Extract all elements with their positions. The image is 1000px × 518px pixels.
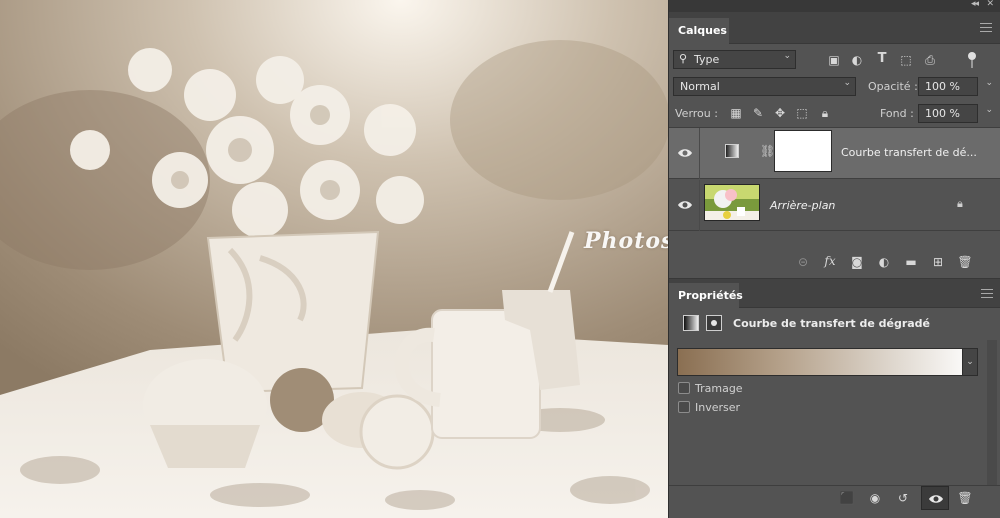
gradient-picker-dropdown[interactable]: ⌄ xyxy=(962,348,978,376)
properties-panel-menu-icon[interactable] xyxy=(981,289,993,298)
layer-mask-thumbnail[interactable] xyxy=(774,130,832,172)
chevron-down-icon[interactable]: ⌄ xyxy=(985,78,993,88)
layer-thumbnail[interactable] xyxy=(704,184,760,221)
adjustment-layer-icon[interactable]: ◐ xyxy=(876,254,892,270)
blend-mode-value: Normal xyxy=(680,80,720,93)
double-chevron-icon[interactable]: ◂◂ xyxy=(971,0,979,9)
properties-scrollbar[interactable] xyxy=(987,340,997,485)
lock-icon: 🔒︎ xyxy=(957,197,963,210)
close-icon[interactable]: ✕ xyxy=(986,0,994,9)
layers-panel-menu-icon[interactable] xyxy=(980,23,992,32)
add-mask-icon[interactable]: ◙ xyxy=(849,254,865,270)
adjustment-filter-icon[interactable]: ◐ xyxy=(849,52,865,68)
blend-mode-select[interactable]: Normal ⌄ xyxy=(673,77,856,96)
watermark: Photoshoplus xyxy=(584,228,668,254)
lock-transparent-icon[interactable]: ▦ xyxy=(728,105,744,121)
reverse-label: Inverser xyxy=(695,401,741,414)
properties-title: Courbe de transfert de dégradé xyxy=(733,317,931,330)
chevron-down-icon[interactable]: ⌄ xyxy=(985,105,993,115)
layer-row-background[interactable]: Arrière-plan 🔒︎ xyxy=(669,180,1000,231)
lock-position-icon[interactable]: ✥ xyxy=(772,105,788,121)
layer-filter-select[interactable]: ⚲ Type ⌄ xyxy=(673,50,796,69)
opacity-field[interactable]: 100 % ⌄ xyxy=(918,77,993,96)
gradient-map-icon xyxy=(683,315,699,331)
sepia-photo xyxy=(0,0,668,518)
new-layer-icon[interactable]: ⊞ xyxy=(930,254,946,270)
lock-image-icon[interactable]: ✎ xyxy=(750,105,766,121)
link-icon[interactable]: ⛓ xyxy=(760,144,775,158)
layer-filter-value: Type xyxy=(694,53,720,66)
link-layers-icon[interactable]: ⊝ xyxy=(795,254,811,270)
trash-icon[interactable]: 🗑︎ xyxy=(957,490,973,506)
lock-artboard-icon[interactable]: ⬚ xyxy=(794,105,810,121)
properties-tab-bar: Propriétés xyxy=(669,278,1000,309)
panels-dock: ◂◂ ✕ Calques ⚲ Type ⌄ ▣ ◐ T ⬚ ⎙ Normal ⌄… xyxy=(668,0,1000,518)
eye-icon[interactable] xyxy=(677,197,693,213)
layers-list: ⛓ Courbe transfert de dé... Arrière-plan… xyxy=(669,127,1000,239)
fx-icon[interactable]: fx xyxy=(822,253,838,269)
layer-name: Courbe transfert de dé... xyxy=(841,146,977,159)
layer-separator xyxy=(699,128,700,179)
fill-field[interactable]: 100 % ⌄ xyxy=(918,104,993,123)
fill-value: 100 % xyxy=(925,107,960,120)
gradient-map-adjustment-icon xyxy=(725,144,739,158)
chevron-down-icon: ⌄ xyxy=(843,78,851,88)
layers-footer: ⊝ fx ◙ ◐ ▬ ⊞ 🗑︎ xyxy=(669,252,1000,276)
search-icon: ⚲ xyxy=(679,52,688,65)
filter-toggle-stem xyxy=(971,60,973,68)
properties-footer: ⬛ ◉ ↺ 🗑︎ xyxy=(669,485,1000,518)
toggle-visibility-button[interactable] xyxy=(921,486,949,510)
image-filter-icon[interactable]: ▣ xyxy=(826,52,842,68)
tab-layers[interactable]: Calques xyxy=(669,18,729,44)
lock-icon[interactable]: 🔒︎ xyxy=(817,105,833,121)
folder-icon[interactable]: ▬ xyxy=(903,254,919,270)
mask-dot xyxy=(711,320,717,326)
mask-icon[interactable] xyxy=(706,315,722,331)
opacity-value: 100 % xyxy=(925,80,960,93)
eye-icon[interactable] xyxy=(677,145,693,161)
smart-object-filter-icon[interactable]: ⎙ xyxy=(922,52,938,68)
layer-name: Arrière-plan xyxy=(770,199,836,212)
trash-icon[interactable]: 🗑︎ xyxy=(957,254,973,270)
tab-properties[interactable]: Propriétés xyxy=(669,283,743,309)
fill-label: Fond : xyxy=(880,107,914,120)
chevron-down-icon: ⌄ xyxy=(783,51,791,61)
opacity-label: Opacité : xyxy=(868,80,918,93)
shape-filter-icon[interactable]: ⬚ xyxy=(898,52,914,68)
gradient-preview[interactable] xyxy=(677,348,977,376)
panel-top-strip: ◂◂ ✕ xyxy=(669,0,1000,12)
lock-label: Verrou : xyxy=(675,107,718,120)
document-canvas[interactable]: Photoshoplus xyxy=(0,0,668,518)
reverse-checkbox[interactable] xyxy=(678,401,690,413)
thumbnail-image xyxy=(705,185,759,220)
layer-separator xyxy=(699,180,700,231)
reset-icon[interactable]: ↺ xyxy=(895,490,911,506)
filter-toggle-icon[interactable] xyxy=(968,52,976,60)
type-filter-icon[interactable]: T xyxy=(874,51,890,67)
dither-checkbox[interactable] xyxy=(678,382,690,394)
view-previous-state-icon[interactable]: ◉ xyxy=(867,490,883,506)
layers-tab-bar: Calques xyxy=(669,12,1000,44)
eye-icon xyxy=(929,495,943,503)
layer-row-gradient-map[interactable]: ⛓ Courbe transfert de dé... xyxy=(669,128,1000,179)
dither-label: Tramage xyxy=(695,382,743,395)
clip-to-layer-icon[interactable]: ⬛ xyxy=(839,490,855,506)
